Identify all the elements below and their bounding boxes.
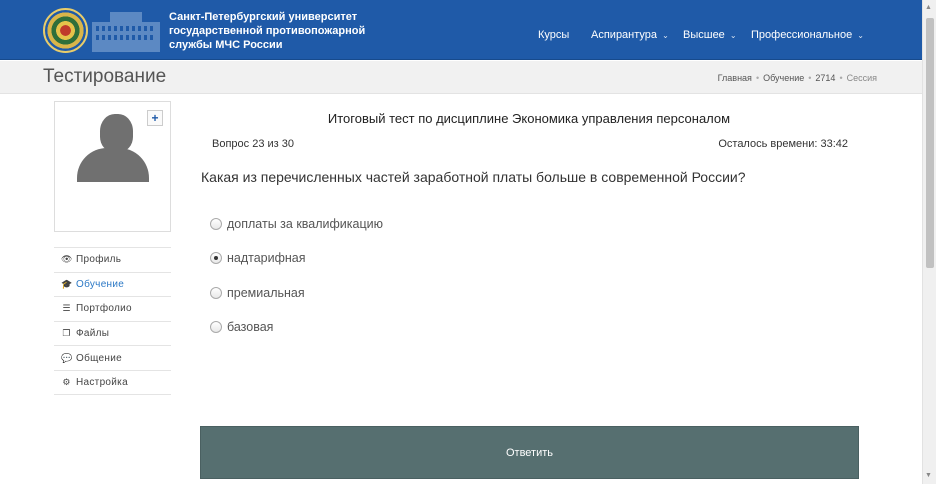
nav-higher-education[interactable]: Высшее ⌄ bbox=[683, 29, 737, 41]
building-icon bbox=[92, 12, 160, 52]
chevron-down-icon: ⌄ bbox=[729, 31, 737, 40]
page-title: Тестирование bbox=[43, 66, 167, 87]
sidebar-item-label: Общение bbox=[76, 352, 122, 364]
radio-button[interactable] bbox=[210, 218, 222, 230]
sidebar-item-files[interactable]: ❐ Файлы bbox=[54, 320, 171, 346]
gears-icon: ⚙ bbox=[62, 376, 71, 387]
add-photo-button[interactable]: + bbox=[147, 110, 163, 126]
radio-button[interactable] bbox=[210, 287, 222, 299]
avatar-placeholder-body bbox=[77, 148, 149, 182]
graduation-cap-icon: 🎓 bbox=[61, 278, 73, 289]
brand-line: государственной противопожарной bbox=[169, 25, 366, 37]
university-emblem-logo[interactable] bbox=[43, 8, 88, 53]
scroll-thumb[interactable] bbox=[926, 18, 934, 268]
chat-icon: 💬 bbox=[61, 352, 73, 363]
submit-answer-button[interactable]: Ответить bbox=[200, 426, 859, 479]
nav-label: Курсы bbox=[538, 29, 570, 41]
question-counter: Вопрос 23 из 30 bbox=[212, 138, 294, 150]
test-title: Итоговый тест по дисциплине Экономика уп… bbox=[327, 111, 731, 126]
sidebar-item-label: Профиль bbox=[76, 254, 122, 266]
radio-button[interactable] bbox=[210, 321, 222, 333]
answer-option[interactable]: доплаты за квалификацию bbox=[210, 217, 383, 231]
eye-icon: 👁 bbox=[61, 254, 73, 265]
answer-option-label: доплаты за квалификацию bbox=[227, 217, 383, 231]
breadcrumb-home[interactable]: Главная bbox=[718, 73, 752, 83]
sidebar-item-portfolio[interactable]: ☰ Портфолио bbox=[54, 296, 171, 321]
sidebar-item-label: Портфолио bbox=[76, 303, 132, 315]
sidebar-item-learning[interactable]: 🎓 Обучение bbox=[54, 271, 171, 297]
nav-label: Высшее bbox=[683, 29, 725, 41]
scroll-down-arrow-icon[interactable]: ▼ bbox=[925, 472, 932, 479]
breadcrumb-current: Сессия bbox=[846, 73, 877, 83]
breadcrumb-course[interactable]: 2714 bbox=[815, 73, 835, 83]
breadcrumb-learning[interactable]: Обучение bbox=[763, 73, 804, 83]
brand-name[interactable]: Санкт-Петербургский университет государс… bbox=[169, 10, 369, 52]
brand-line: Санкт-Петербургский университет bbox=[169, 11, 358, 23]
answer-option-label: премиальная bbox=[227, 286, 305, 300]
sidebar-item-label: Настройка bbox=[76, 376, 128, 388]
breadcrumb-separator: • bbox=[839, 73, 843, 83]
page-scrollbar[interactable]: ▲ ▼ bbox=[922, 0, 936, 484]
profile-photo-box: + bbox=[54, 101, 171, 232]
chevron-down-icon: ⌄ bbox=[662, 31, 669, 40]
sidebar-menu: 👁 Профиль 🎓 Обучение ☰ Портфолио ❐ Файлы… bbox=[54, 247, 171, 395]
sidebar-item-settings[interactable]: ⚙ Настройка bbox=[54, 369, 171, 395]
chevron-down-icon: ⌄ bbox=[857, 31, 864, 40]
breadcrumb: Главная • Обучение • 2714 • Сессия bbox=[718, 73, 877, 83]
scroll-up-arrow-icon[interactable]: ▲ bbox=[925, 4, 932, 11]
answer-option-label: базовая bbox=[227, 320, 274, 334]
breadcrumb-separator: • bbox=[808, 73, 812, 83]
sidebar-item-communication[interactable]: 💬 Общение bbox=[54, 345, 171, 370]
question-text: Какая из перечисленных частей заработной… bbox=[201, 169, 746, 185]
brand-line: службы МЧС России bbox=[169, 39, 283, 51]
nav-label: Аспирантура bbox=[591, 29, 658, 41]
answer-option[interactable]: надтарифная bbox=[210, 251, 306, 265]
list-icon: ☰ bbox=[62, 303, 71, 314]
avatar-placeholder-head bbox=[100, 114, 133, 152]
answer-option[interactable]: базовая bbox=[210, 320, 273, 334]
sidebar-item-profile[interactable]: 👁 Профиль bbox=[54, 247, 171, 272]
nav-postgraduate[interactable]: Аспирантура ⌄ bbox=[591, 29, 669, 41]
top-navbar: Санкт-Петербургский университет государс… bbox=[0, 0, 922, 60]
nav-professional[interactable]: Профессиональное ⌄ bbox=[751, 29, 864, 41]
files-icon: ❐ bbox=[62, 328, 71, 339]
sidebar-item-label: Обучение bbox=[76, 278, 125, 290]
sidebar-item-label: Файлы bbox=[76, 328, 110, 340]
page-title-bar: Тестирование Главная • Обучение • 2714 •… bbox=[0, 61, 922, 94]
breadcrumb-separator: • bbox=[755, 73, 760, 83]
time-remaining: Осталось времени: 33:42 bbox=[718, 138, 848, 150]
nav-label: Профессиональное bbox=[751, 29, 853, 41]
answer-option[interactable]: премиальная bbox=[210, 286, 305, 300]
answer-option-label: надтарифная bbox=[227, 251, 306, 265]
nav-courses[interactable]: Курсы bbox=[538, 29, 569, 41]
radio-button-selected[interactable] bbox=[210, 252, 222, 264]
